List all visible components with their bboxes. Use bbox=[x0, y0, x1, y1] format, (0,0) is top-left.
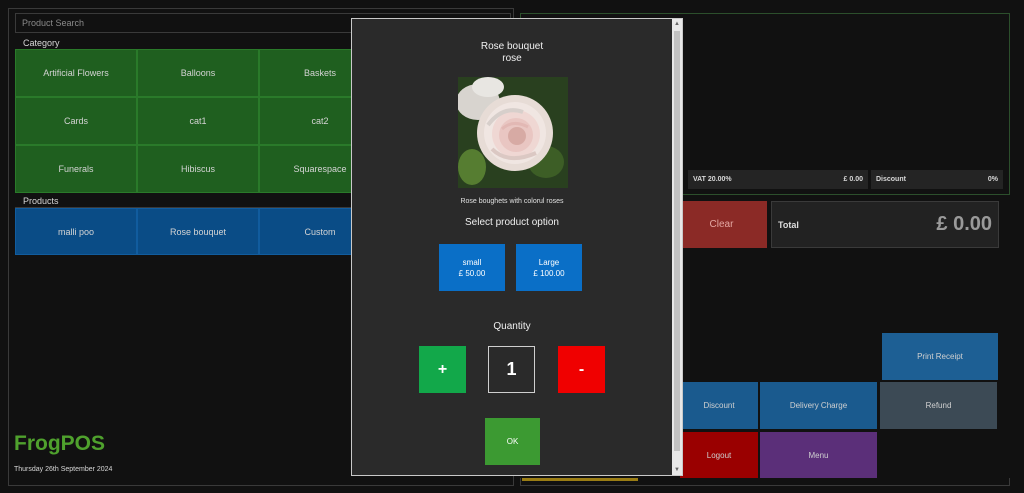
quantity-heading: Quantity bbox=[493, 321, 531, 332]
option-large-button[interactable]: Large £ 100.00 bbox=[516, 244, 582, 291]
discount-value: 0% bbox=[987, 176, 998, 183]
category-tile[interactable]: Cards bbox=[15, 97, 137, 145]
yellow-button-edge[interactable] bbox=[522, 478, 638, 481]
option-small-button[interactable]: small £ 50.00 bbox=[439, 244, 505, 291]
option-price: £ 100.00 bbox=[533, 268, 565, 278]
total-label: Total bbox=[778, 219, 799, 230]
category-tile[interactable]: Artificial Flowers bbox=[15, 49, 137, 97]
product-name: Rose bouquet bbox=[480, 41, 544, 52]
delivery-charge-button[interactable]: Delivery Charge bbox=[760, 382, 877, 429]
category-tile[interactable]: Balloons bbox=[137, 49, 259, 97]
modal-title: Rose bouquet rose bbox=[352, 41, 672, 65]
discount-button[interactable]: Discount bbox=[680, 382, 758, 429]
menu-button[interactable]: Menu bbox=[760, 432, 877, 478]
logout-button[interactable]: Logout bbox=[680, 432, 758, 478]
brand-logo: FrogPOS bbox=[14, 432, 106, 455]
discount-label: Discount bbox=[876, 176, 906, 183]
ok-button[interactable]: OK bbox=[485, 418, 540, 465]
refund-button[interactable]: Refund bbox=[880, 382, 997, 429]
option-name: small bbox=[462, 257, 482, 267]
vat-label: VAT 20.00% bbox=[693, 176, 732, 183]
decrease-quantity-button[interactable]: - bbox=[558, 346, 605, 393]
print-receipt-button[interactable]: Print Receipt bbox=[882, 333, 998, 380]
modal-scrollbar[interactable]: ▲ ▼ bbox=[672, 19, 682, 475]
quantity-value[interactable]: 1 bbox=[488, 346, 535, 393]
product-subtitle: rose bbox=[502, 53, 522, 64]
category-tile[interactable]: Funerals bbox=[15, 145, 137, 193]
product-description: Rose boughets with colorul roses bbox=[460, 198, 564, 205]
total-value: £ 0.00 bbox=[936, 213, 992, 235]
triangle-down-icon[interactable]: ▼ bbox=[672, 465, 682, 475]
product-tile[interactable]: Rose bouquet bbox=[137, 208, 259, 255]
rose-image bbox=[458, 77, 568, 188]
increase-quantity-button[interactable]: + bbox=[419, 346, 466, 393]
category-tile[interactable]: Hibiscus bbox=[137, 145, 259, 193]
scrollbar-thumb[interactable] bbox=[674, 31, 680, 451]
category-tile[interactable]: cat1 bbox=[137, 97, 259, 145]
product-tile[interactable]: malli poo bbox=[15, 208, 137, 255]
discount-summary: Discount 0% bbox=[871, 170, 1003, 189]
total-box: Total £ 0.00 bbox=[771, 201, 999, 248]
vat-value: £ 0.00 bbox=[843, 176, 863, 183]
current-date: Thursday 26th September 2024 bbox=[14, 466, 113, 473]
product-image bbox=[458, 77, 568, 188]
option-price: £ 50.00 bbox=[458, 268, 486, 278]
product-option-modal: Rose bouquet rose Rose boughets with col… bbox=[351, 18, 683, 476]
vat-summary: VAT 20.00% £ 0.00 bbox=[688, 170, 868, 189]
option-heading: Select product option bbox=[465, 217, 559, 228]
triangle-up-icon[interactable]: ▲ bbox=[672, 19, 682, 29]
clear-button[interactable]: Clear bbox=[676, 201, 767, 248]
option-name: Large bbox=[538, 257, 560, 267]
